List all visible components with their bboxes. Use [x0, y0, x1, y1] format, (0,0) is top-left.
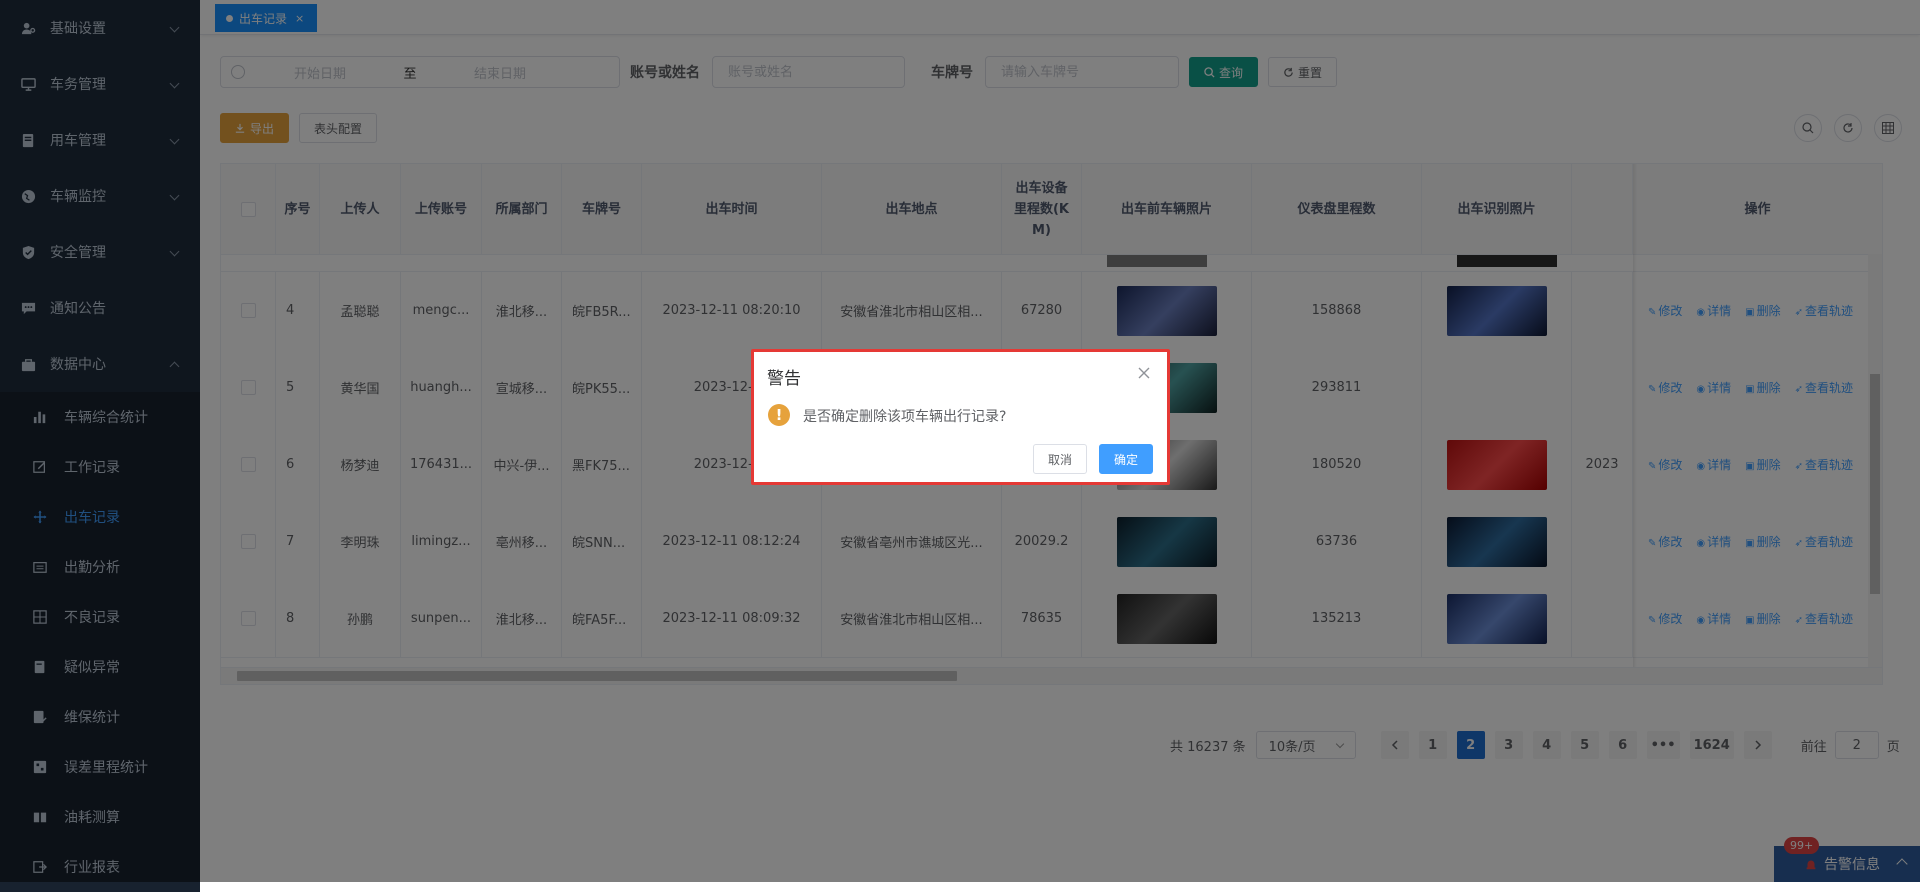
- confirm-button[interactable]: 确定: [1098, 444, 1153, 474]
- dialog-title: 警告: [767, 369, 801, 389]
- close-icon[interactable]: [1137, 366, 1151, 380]
- confirm-delete-dialog: 警告 ! 是否确定删除该项车辆出行记录? 取消 确定: [751, 349, 1170, 485]
- dialog-message: 是否确定删除该项车辆出行记录?: [803, 409, 1007, 425]
- warning-icon: !: [768, 404, 790, 426]
- cancel-button[interactable]: 取消: [1032, 444, 1087, 474]
